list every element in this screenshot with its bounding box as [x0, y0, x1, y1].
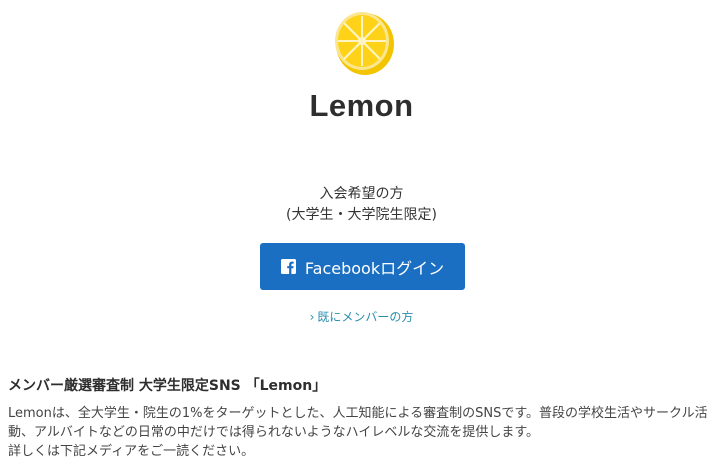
join-prompt: 入会希望の方 (大学生・大学院生限定) [0, 184, 723, 226]
description-line: 詳しくは下記メディアをご一読ください。 [8, 444, 255, 459]
lemon-slice-icon [335, 12, 394, 75]
app-title: Lemon [309, 88, 414, 123]
facebook-icon [280, 259, 296, 274]
description-line: Lemonは、全大学生・院生の1%をターゲットとした、人工知能による審査制のSN… [8, 406, 708, 421]
page: Lemon 入会希望の方 (大学生・大学院生限定) Facebookログイン ›… [0, 0, 723, 465]
chevron-right-icon: › [309, 310, 315, 324]
join-eligibility-line: (大学生・大学院生限定) [286, 207, 437, 223]
existing-member-link[interactable]: › 既にメンバーの方 [0, 308, 723, 325]
about-heading: メンバー厳選審査制 大学生限定SNS 「Lemon」 [8, 378, 327, 394]
about-description: Lemonは、全大学生・院生の1%をターゲットとした、人工知能による審査制のSN… [8, 404, 720, 461]
facebook-login-button[interactable]: Facebookログイン [260, 243, 465, 290]
description-line: 動、アルバイトなどの日常の中だけでは得られないようなハイレベルな交流を提供します… [8, 425, 540, 440]
facebook-login-label: Facebookログイン [304, 258, 445, 278]
join-prompt-line: 入会希望の方 [319, 186, 404, 202]
existing-member-label: 既にメンバーの方 [317, 310, 414, 324]
